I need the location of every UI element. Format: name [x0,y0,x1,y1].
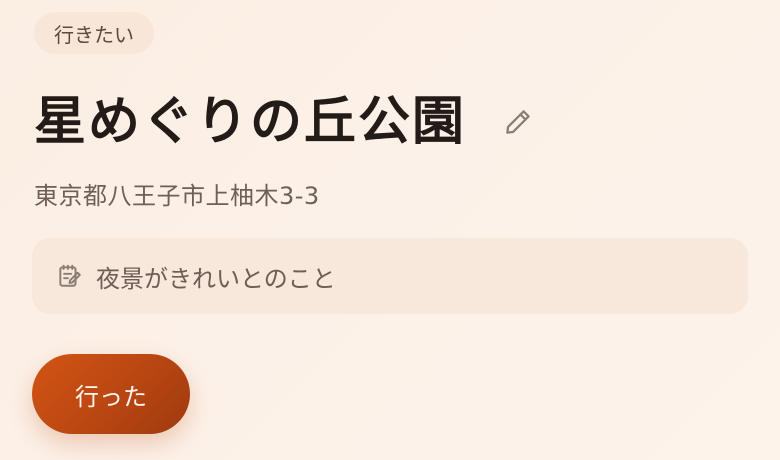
title-row: 星めぐりの丘公園 [34,86,534,158]
place-title: 星めぐりの丘公園 [34,92,467,152]
status-tag: 行きたい [34,12,154,54]
memo-box[interactable]: 夜景がきれいとのこと [32,238,748,314]
pencil-icon[interactable] [502,106,534,138]
note-icon [56,263,82,289]
place-address: 東京都八王子市上柚木3-3 [34,182,320,210]
memo-text: 夜景がきれいとのこと [96,264,336,293]
visited-button[interactable]: 行った [32,354,190,434]
